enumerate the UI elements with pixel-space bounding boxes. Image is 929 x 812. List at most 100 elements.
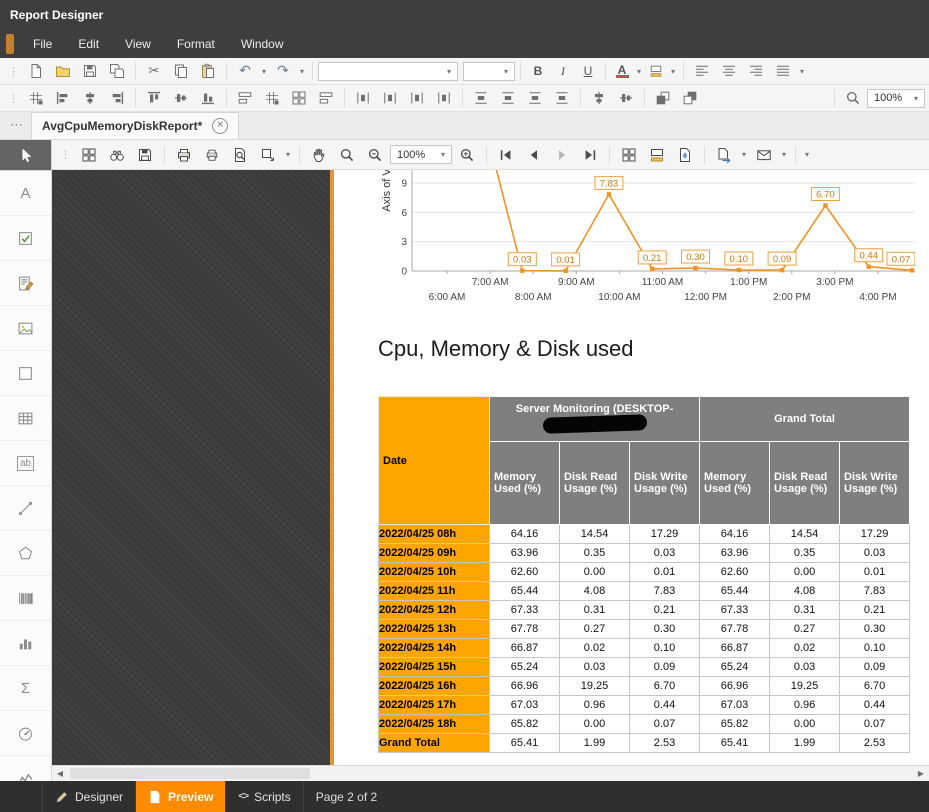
size-to-grid-button[interactable] (259, 86, 285, 110)
multiple-pages-button[interactable] (616, 143, 642, 167)
export-document-button[interactable] (711, 143, 737, 167)
tool-pivot-grid[interactable]: Σ (0, 666, 51, 711)
background-color-dropdown-icon[interactable]: ▾ (668, 67, 678, 76)
align-centers-button[interactable] (77, 86, 103, 110)
quick-print-button[interactable] (199, 143, 225, 167)
tool-checkbox[interactable] (0, 216, 51, 261)
tool-label[interactable]: A (0, 171, 51, 216)
tool-character-comb[interactable]: ab (0, 441, 51, 486)
save-all-button[interactable] (104, 59, 130, 83)
tab-preview[interactable]: Preview (136, 781, 225, 812)
align-tops-button[interactable] (141, 86, 167, 110)
font-size-combo[interactable]: ▾ (463, 62, 515, 81)
justify-button[interactable] (770, 59, 796, 83)
page-setup-button[interactable] (227, 143, 253, 167)
copy-button[interactable] (168, 59, 194, 83)
tab-scripts[interactable]: <> Scripts (226, 781, 302, 812)
underline-button[interactable]: U (576, 59, 600, 83)
align-right-button[interactable] (743, 59, 769, 83)
tool-richtext[interactable] (0, 261, 51, 306)
tool-barcode[interactable] (0, 576, 51, 621)
toolbar-drag-handle-icon[interactable]: ⋮ (4, 92, 22, 105)
scale-dropdown-icon[interactable]: ▾ (283, 150, 293, 159)
align-middles-button[interactable] (168, 86, 194, 110)
designer-zoom-combo[interactable]: 100% ▾ (867, 89, 925, 108)
increase-horizontal-spacing-button[interactable] (377, 86, 403, 110)
last-page-button[interactable] (577, 143, 603, 167)
align-bottoms-button[interactable] (195, 86, 221, 110)
align-lefts-button[interactable] (50, 86, 76, 110)
undo-button[interactable]: ↶ (232, 59, 258, 83)
next-page-button[interactable] (549, 143, 575, 167)
zoom-in-button[interactable] (454, 143, 480, 167)
center-horizontally-button[interactable] (586, 86, 612, 110)
font-name-combo[interactable]: ▾ (318, 62, 458, 81)
scrollbar-thumb[interactable] (70, 768, 310, 779)
bold-button[interactable]: B (526, 59, 550, 83)
equal-horizontal-spacing-button[interactable] (350, 86, 376, 110)
tool-pointer[interactable] (0, 140, 51, 171)
print-button[interactable] (171, 143, 197, 167)
email-dropdown-icon[interactable]: ▾ (779, 150, 789, 159)
tab-designer[interactable]: Designer (43, 781, 135, 812)
tool-picturebox[interactable] (0, 306, 51, 351)
redo-dropdown-icon[interactable]: ▾ (297, 67, 307, 76)
menu-window[interactable]: Window (228, 30, 297, 58)
tool-panel[interactable] (0, 351, 51, 396)
new-document-button[interactable] (23, 59, 49, 83)
zoom-out-button[interactable] (362, 143, 388, 167)
decrease-vertical-spacing-button[interactable] (522, 86, 548, 110)
align-rights-button[interactable] (104, 86, 130, 110)
make-same-height-button[interactable] (313, 86, 339, 110)
tool-shape[interactable] (0, 531, 51, 576)
align-left-button[interactable] (689, 59, 715, 83)
close-icon[interactable]: × (212, 118, 228, 134)
tool-gauge[interactable] (0, 711, 51, 756)
remove-horizontal-spacing-button[interactable] (431, 86, 457, 110)
tool-chart[interactable] (0, 621, 51, 666)
first-page-button[interactable] (493, 143, 519, 167)
preview-canvas[interactable]: 03697:00 AM9:00 AM11:00 AM1:00 PM3:00 PM… (52, 170, 929, 765)
preview-zoom-combo[interactable]: 100% ▾ (390, 145, 452, 164)
save-document-button[interactable] (132, 143, 158, 167)
tool-sparkline[interactable] (0, 756, 51, 781)
menu-edit[interactable]: Edit (65, 30, 112, 58)
zoom-tool-button[interactable] (840, 86, 866, 110)
horizontal-scrollbar[interactable]: ◀ ▶ (52, 765, 929, 781)
save-button[interactable] (77, 59, 103, 83)
bring-to-front-button[interactable] (650, 86, 676, 110)
align-center-button[interactable] (716, 59, 742, 83)
magnifier-button[interactable] (334, 143, 360, 167)
undo-dropdown-icon[interactable]: ▾ (259, 67, 269, 76)
align-to-grid-button[interactable] (23, 86, 49, 110)
document-tab-active[interactable]: AvgCpuMemoryDiskReport* × (31, 112, 239, 139)
background-color-button[interactable] (645, 59, 667, 83)
open-button[interactable] (50, 59, 76, 83)
equal-vertical-spacing-button[interactable] (468, 86, 494, 110)
increase-vertical-spacing-button[interactable] (495, 86, 521, 110)
paste-button[interactable] (195, 59, 221, 83)
italic-button[interactable]: I (551, 59, 575, 83)
send-email-button[interactable] (751, 143, 777, 167)
make-same-size-button[interactable] (286, 86, 312, 110)
center-vertically-button[interactable] (613, 86, 639, 110)
export-dropdown-icon[interactable]: ▾ (739, 150, 749, 159)
watermark-button[interactable] (672, 143, 698, 167)
scroll-left-arrow[interactable]: ◀ (52, 766, 68, 781)
search-button[interactable] (104, 143, 130, 167)
hand-tool-button[interactable] (306, 143, 332, 167)
page-color-button[interactable] (644, 143, 670, 167)
remove-vertical-spacing-button[interactable] (549, 86, 575, 110)
toolbar-drag-handle-icon[interactable]: ⋮ (56, 148, 74, 161)
menu-file[interactable]: File (20, 30, 65, 58)
menu-view[interactable]: View (112, 30, 164, 58)
font-color-button[interactable]: A (611, 59, 633, 83)
tool-table[interactable] (0, 396, 51, 441)
more-options-icon[interactable]: ▾ (802, 150, 812, 159)
make-same-width-button[interactable] (232, 86, 258, 110)
tool-line[interactable] (0, 486, 51, 531)
send-to-back-button[interactable] (677, 86, 703, 110)
scroll-right-arrow[interactable]: ▶ (913, 766, 929, 781)
document-map-button[interactable] (76, 143, 102, 167)
scale-button[interactable] (255, 143, 281, 167)
